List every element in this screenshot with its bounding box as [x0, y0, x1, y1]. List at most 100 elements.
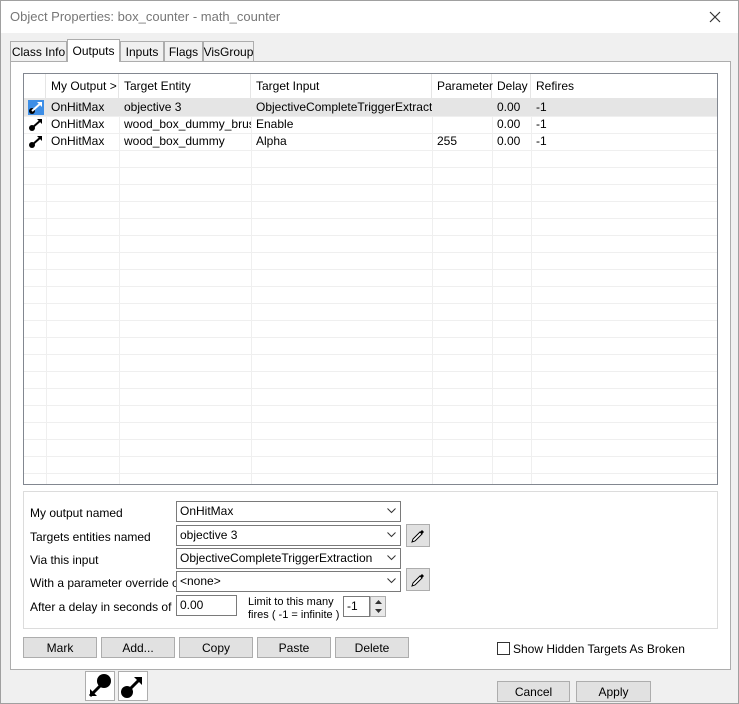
grid-line	[24, 337, 717, 338]
delete-button[interactable]: Delete	[335, 637, 409, 658]
grid-line	[24, 150, 717, 151]
chevron-down-icon	[387, 578, 396, 584]
target-label: Targets entities named	[30, 530, 151, 544]
chevron-down-icon	[387, 555, 396, 561]
grid-line	[24, 371, 717, 372]
target-select[interactable]: objective 3	[176, 525, 401, 546]
target-select-value: objective 3	[180, 528, 238, 542]
input-select[interactable]: ObjectiveCompleteTriggerExtraction	[176, 548, 401, 569]
output-connection-icon	[28, 117, 44, 132]
add-button[interactable]: Add...	[101, 637, 175, 658]
table-row[interactable]: OnHitMax objective 3 ObjectiveCompleteTr…	[24, 99, 717, 116]
cell-output: OnHitMax	[51, 134, 105, 148]
tab-outputs[interactable]: Outputs	[67, 39, 120, 62]
icon-column-header	[24, 74, 46, 99]
grid-line	[24, 252, 717, 253]
column-my-output[interactable]: My Output >	[46, 74, 119, 99]
cell-delay: 0.00	[497, 134, 521, 148]
cell-target: objective 3	[124, 100, 182, 114]
cell-parameter	[432, 116, 492, 133]
parameter-select-value: <none>	[180, 574, 221, 588]
copy-button[interactable]: Copy	[179, 637, 253, 658]
output-select-value: OnHitMax	[180, 504, 234, 518]
cell-delay: 0.00	[497, 117, 521, 131]
column-parameter[interactable]: Parameter	[432, 74, 493, 99]
outputs-mode-button[interactable]	[85, 671, 115, 701]
input-label: Via this input	[30, 553, 99, 567]
cell-output: OnHitMax	[51, 100, 105, 114]
object-properties-window: Object Properties: box_counter - math_co…	[0, 0, 739, 704]
table-row[interactable]: OnHitMax wood_box_dummy Alpha 255 0.00 -…	[24, 133, 717, 150]
output-select[interactable]: OnHitMax	[176, 501, 401, 522]
cell-parameter	[432, 99, 492, 116]
grid-line	[24, 473, 717, 474]
delay-label: After a delay in seconds of	[30, 600, 172, 614]
output-connection-icon	[28, 100, 44, 115]
limit-label: Limit to this many fires ( -1 = infinite…	[248, 596, 339, 622]
eyedropper-icon	[411, 529, 424, 543]
apply-button[interactable]: Apply	[576, 681, 651, 702]
spin-up-icon[interactable]	[371, 597, 385, 606]
show-hidden-label: Show Hidden Targets As Broken	[513, 642, 685, 656]
chevron-down-icon	[387, 508, 396, 514]
eyedropper-icon	[411, 573, 424, 587]
grid-line	[24, 405, 717, 406]
paste-button[interactable]: Paste	[257, 637, 331, 658]
cell-refires: -1	[536, 117, 547, 131]
grid-line	[24, 269, 717, 270]
input-select-value: ObjectiveCompleteTriggerExtraction	[180, 551, 373, 565]
cancel-button[interactable]: Cancel	[497, 681, 570, 702]
grid-line	[24, 439, 717, 440]
outputs-list[interactable]: My Output > Target Entity Target Input P…	[23, 73, 718, 485]
grid-line	[24, 303, 717, 304]
column-target-entity[interactable]: Target Entity	[119, 74, 251, 99]
output-connection-icon	[28, 134, 44, 149]
cell-refires: -1	[536, 134, 547, 148]
cell-input: Enable	[256, 117, 294, 131]
grid-line	[24, 422, 717, 423]
grid-line	[24, 167, 717, 168]
outputs-list-header: My Output > Target Entity Target Input P…	[24, 74, 717, 99]
grid-line	[24, 235, 717, 236]
inputs-mode-icon	[121, 676, 143, 698]
cell-refires: -1	[536, 100, 547, 114]
table-row[interactable]: OnHitMax wood_box_dummy_brush Enable 0.0…	[24, 116, 717, 133]
limit-field[interactable]: -1	[343, 596, 370, 617]
chevron-down-icon	[387, 532, 396, 538]
outputs-mode-icon	[88, 674, 111, 698]
parameter-select[interactable]: <none>	[176, 571, 401, 592]
cell-delay: 0.00	[497, 100, 521, 114]
grid-line	[24, 218, 717, 219]
inputs-mode-button[interactable]	[118, 671, 148, 701]
grid-line	[24, 201, 717, 202]
spin-down-icon[interactable]	[371, 606, 385, 615]
tab-inputs[interactable]: Inputs	[120, 41, 164, 61]
close-button[interactable]	[692, 1, 738, 32]
cell-target: wood_box_dummy	[124, 134, 225, 148]
tab-flags[interactable]: Flags	[164, 41, 203, 61]
tab-class-info[interactable]: Class Info	[10, 41, 67, 61]
close-icon	[709, 11, 721, 22]
delay-field[interactable]: 0.00	[176, 595, 237, 616]
column-target-input[interactable]: Target Input	[251, 74, 432, 99]
target-picker-button[interactable]	[406, 524, 430, 547]
column-refires[interactable]: Refires	[531, 74, 717, 99]
cell-input: ObjectiveCompleteTriggerExtraction	[256, 100, 432, 114]
mark-button[interactable]: Mark	[23, 637, 97, 658]
title-bar: Object Properties: box_counter - math_co…	[1, 1, 738, 33]
grid-line	[24, 354, 717, 355]
grid-line	[24, 286, 717, 287]
window-title: Object Properties: box_counter - math_co…	[10, 9, 281, 24]
show-hidden-checkbox[interactable]	[497, 642, 510, 655]
parameter-picker-button[interactable]	[406, 568, 430, 591]
grid-line	[24, 184, 717, 185]
cell-output: OnHitMax	[51, 117, 105, 131]
tab-visgroup[interactable]: VisGroup	[203, 41, 254, 61]
column-delay[interactable]: Delay	[492, 74, 531, 99]
cell-parameter: 255	[437, 134, 458, 148]
limit-spinner[interactable]	[370, 596, 386, 617]
cell-input: Alpha	[256, 134, 287, 148]
grid-line	[24, 320, 717, 321]
grid-line	[24, 388, 717, 389]
cell-target: wood_box_dummy_brush	[124, 117, 251, 131]
